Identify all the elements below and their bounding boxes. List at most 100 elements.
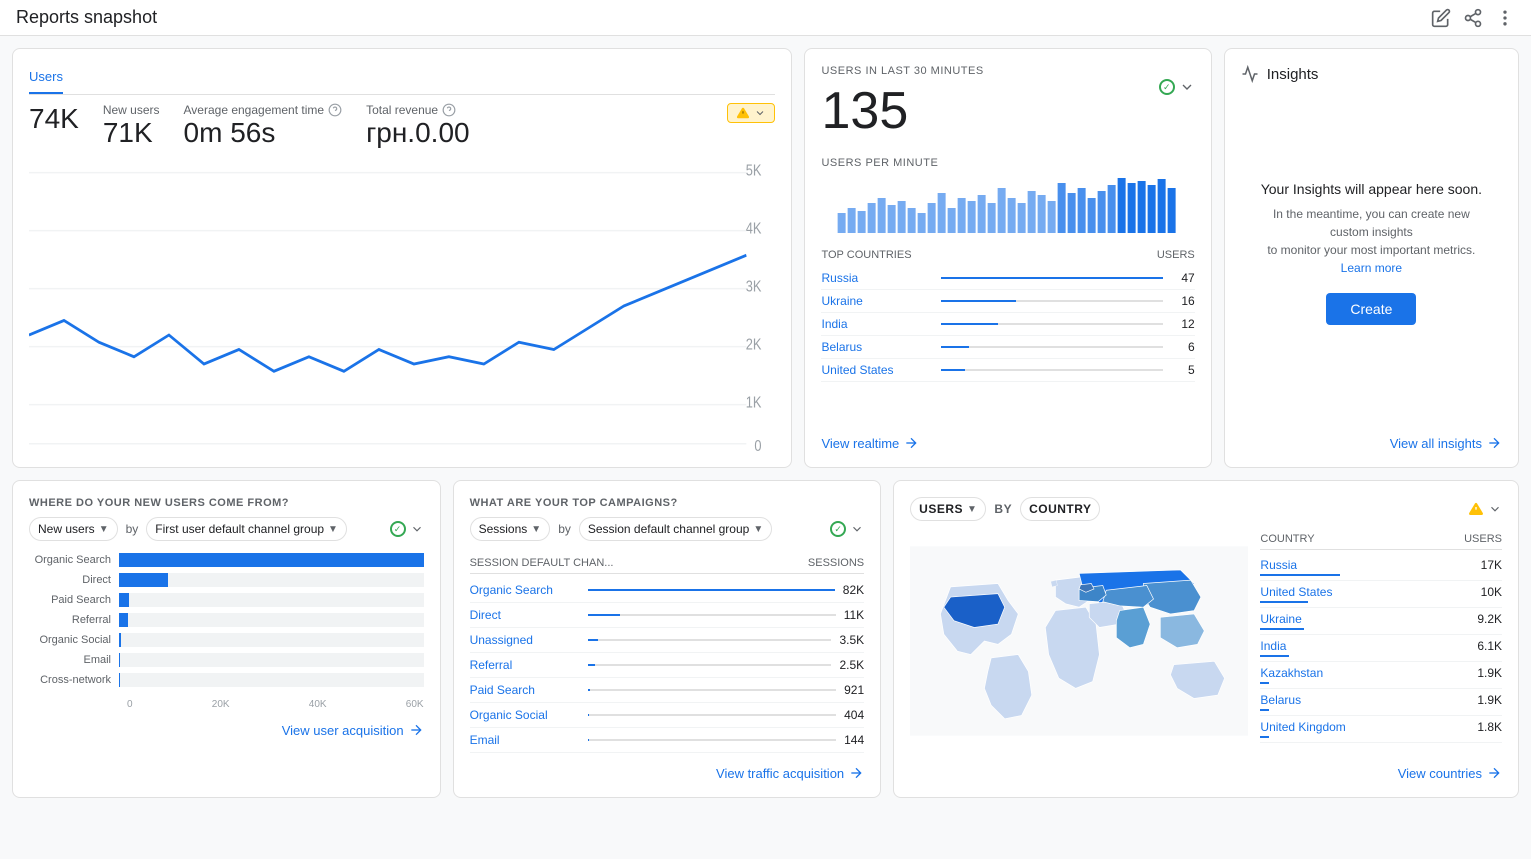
campaign-bar-cell (580, 614, 844, 616)
campaign-name[interactable]: Referral (470, 658, 580, 672)
create-button[interactable]: Create (1326, 293, 1416, 325)
campaign-name[interactable]: Organic Social (470, 708, 580, 722)
bar-chart-container: Organic Search Direct Paid Search Referr… (29, 553, 424, 687)
engagement-value: 0m 56s (184, 117, 343, 149)
ct-name[interactable]: United Kingdom (1260, 720, 1345, 734)
users-filter[interactable]: Users ▼ (910, 497, 986, 521)
countries-section-title: Users ▼ by Country (910, 497, 1502, 521)
revenue-value: грн.0.00 (366, 117, 470, 149)
bar-row: Referral (29, 613, 424, 627)
country-row: Belarus 6 (821, 336, 1194, 359)
country-table-row: Ukraine 9.2K (1260, 608, 1502, 635)
country-bar (941, 300, 1017, 302)
country-table-row: Russia 17K (1260, 554, 1502, 581)
tab-users[interactable]: Users (29, 65, 63, 94)
ct-name[interactable]: Ukraine (1260, 612, 1303, 626)
countries-content: COUNTRY USERS Russia 17K United States 1… (910, 529, 1502, 753)
country-name[interactable]: India (821, 317, 932, 331)
ct-name[interactable]: Russia (1260, 558, 1340, 572)
insights-title: Insights (1267, 66, 1319, 83)
country-name[interactable]: Ukraine (821, 294, 932, 308)
country-name[interactable]: United States (821, 363, 932, 377)
country-filter[interactable]: Country (1020, 497, 1100, 521)
insights-header: Insights (1241, 65, 1502, 83)
campaign-name[interactable]: Organic Search (470, 583, 580, 597)
bar-row: Direct (29, 573, 424, 587)
campaign-name[interactable]: Paid Search (470, 683, 580, 697)
svg-text:3K: 3K (746, 278, 762, 296)
country-row: Russia 47 (821, 267, 1194, 290)
table-row: Organic Social 404 (470, 703, 865, 728)
bar-chart-axis: 0 20K 40K 60K (127, 699, 424, 710)
campaign-value: 921 (844, 683, 864, 697)
chevron-down-icon-3[interactable] (410, 522, 424, 536)
campaign-name[interactable]: Email (470, 733, 580, 747)
metric-new-users: New users 71K (103, 103, 160, 149)
help-icon-2 (442, 103, 456, 117)
chevron-down-icon-2[interactable] (1179, 79, 1195, 95)
ct-name[interactable]: India (1260, 639, 1289, 653)
ct-name[interactable]: Kazakhstan (1260, 666, 1323, 680)
view-countries-link[interactable]: View countries (910, 753, 1502, 781)
country-table-row: United Kingdom 1.8K (1260, 716, 1502, 743)
country-name[interactable]: Russia (821, 271, 932, 285)
campaign-value: 11K (844, 608, 864, 622)
bar-row: Organic Social (29, 633, 424, 647)
arrow-right-icon-5 (1486, 765, 1502, 781)
new-users-filter[interactable]: New users ▼ (29, 517, 118, 541)
ct-value: 17K (1481, 558, 1502, 576)
ct-bar (1260, 574, 1340, 576)
session-channel-filter[interactable]: Session default channel group ▼ (579, 517, 772, 541)
more-icon[interactable] (1495, 8, 1515, 28)
ct-name[interactable]: Belarus (1260, 693, 1301, 707)
top-countries-label: TOP COUNTRIES (821, 249, 911, 261)
realtime-value: 135 (821, 81, 983, 141)
realtime-bars-svg (821, 173, 1194, 233)
channel-group-filter[interactable]: First user default channel group ▼ (146, 517, 347, 541)
chevron-down-icon (754, 107, 766, 119)
bar-label: Organic Social (29, 634, 119, 646)
bar-label: Email (29, 654, 119, 666)
campaign-name[interactable]: Unassigned (470, 633, 580, 647)
bar-row: Organic Search (29, 553, 424, 567)
realtime-section-label: USERS IN LAST 30 MINUTES (821, 65, 983, 77)
campaign-value: 404 (844, 708, 864, 722)
view-traffic-acquisition-link[interactable]: View traffic acquisition (470, 753, 865, 781)
new-users-status-dot (390, 521, 406, 537)
ct-bar (1260, 628, 1303, 630)
view-realtime-link[interactable]: View realtime (821, 423, 1194, 451)
country-table-header: TOP COUNTRIES USERS (821, 249, 1194, 261)
campaign-name[interactable]: Direct (470, 608, 580, 622)
users-col-label: USERS (1157, 249, 1195, 261)
campaign-bar-cell (580, 689, 845, 691)
warning-badge[interactable] (727, 103, 775, 123)
view-user-acquisition-link[interactable]: View user acquisition (29, 710, 424, 738)
campaign-bar-cell (580, 664, 840, 666)
view-all-insights-link[interactable]: View all insights (1241, 423, 1502, 451)
users-per-minute-label: USERS PER MINUTE (821, 157, 1194, 169)
mini-bar-fill (588, 589, 835, 591)
country-row: India 12 (821, 313, 1194, 336)
bar-label: Organic Search (29, 554, 119, 566)
ct-name[interactable]: United States (1260, 585, 1332, 599)
engagement-label: Average engagement time (184, 103, 343, 117)
country-name[interactable]: Belarus (821, 340, 932, 354)
bar-label: Referral (29, 614, 119, 626)
mini-bar-fill (588, 639, 598, 641)
learn-more-link[interactable]: Learn more (1341, 261, 1402, 275)
campaign-bar-cell (580, 589, 843, 591)
top-countries: TOP COUNTRIES USERS Russia 47 Ukraine 16… (821, 249, 1194, 382)
bar-track (119, 673, 424, 687)
countries-table: Russia 17K United States 10K Ukraine 9.2… (1260, 554, 1502, 743)
mini-bar-track (588, 589, 835, 591)
country-info: Ukraine (1260, 612, 1303, 630)
mini-bar-fill (588, 614, 620, 616)
mini-bar-track (588, 664, 832, 666)
sessions-filter[interactable]: Sessions ▼ (470, 517, 551, 541)
country-info: United States (1260, 585, 1332, 603)
edit-icon[interactable] (1431, 8, 1451, 28)
chevron-down-icon-4[interactable] (850, 522, 864, 536)
share-icon[interactable] (1463, 8, 1483, 28)
country-row: United States 5 (821, 359, 1194, 382)
chevron-down-icon-5[interactable] (1488, 502, 1502, 516)
